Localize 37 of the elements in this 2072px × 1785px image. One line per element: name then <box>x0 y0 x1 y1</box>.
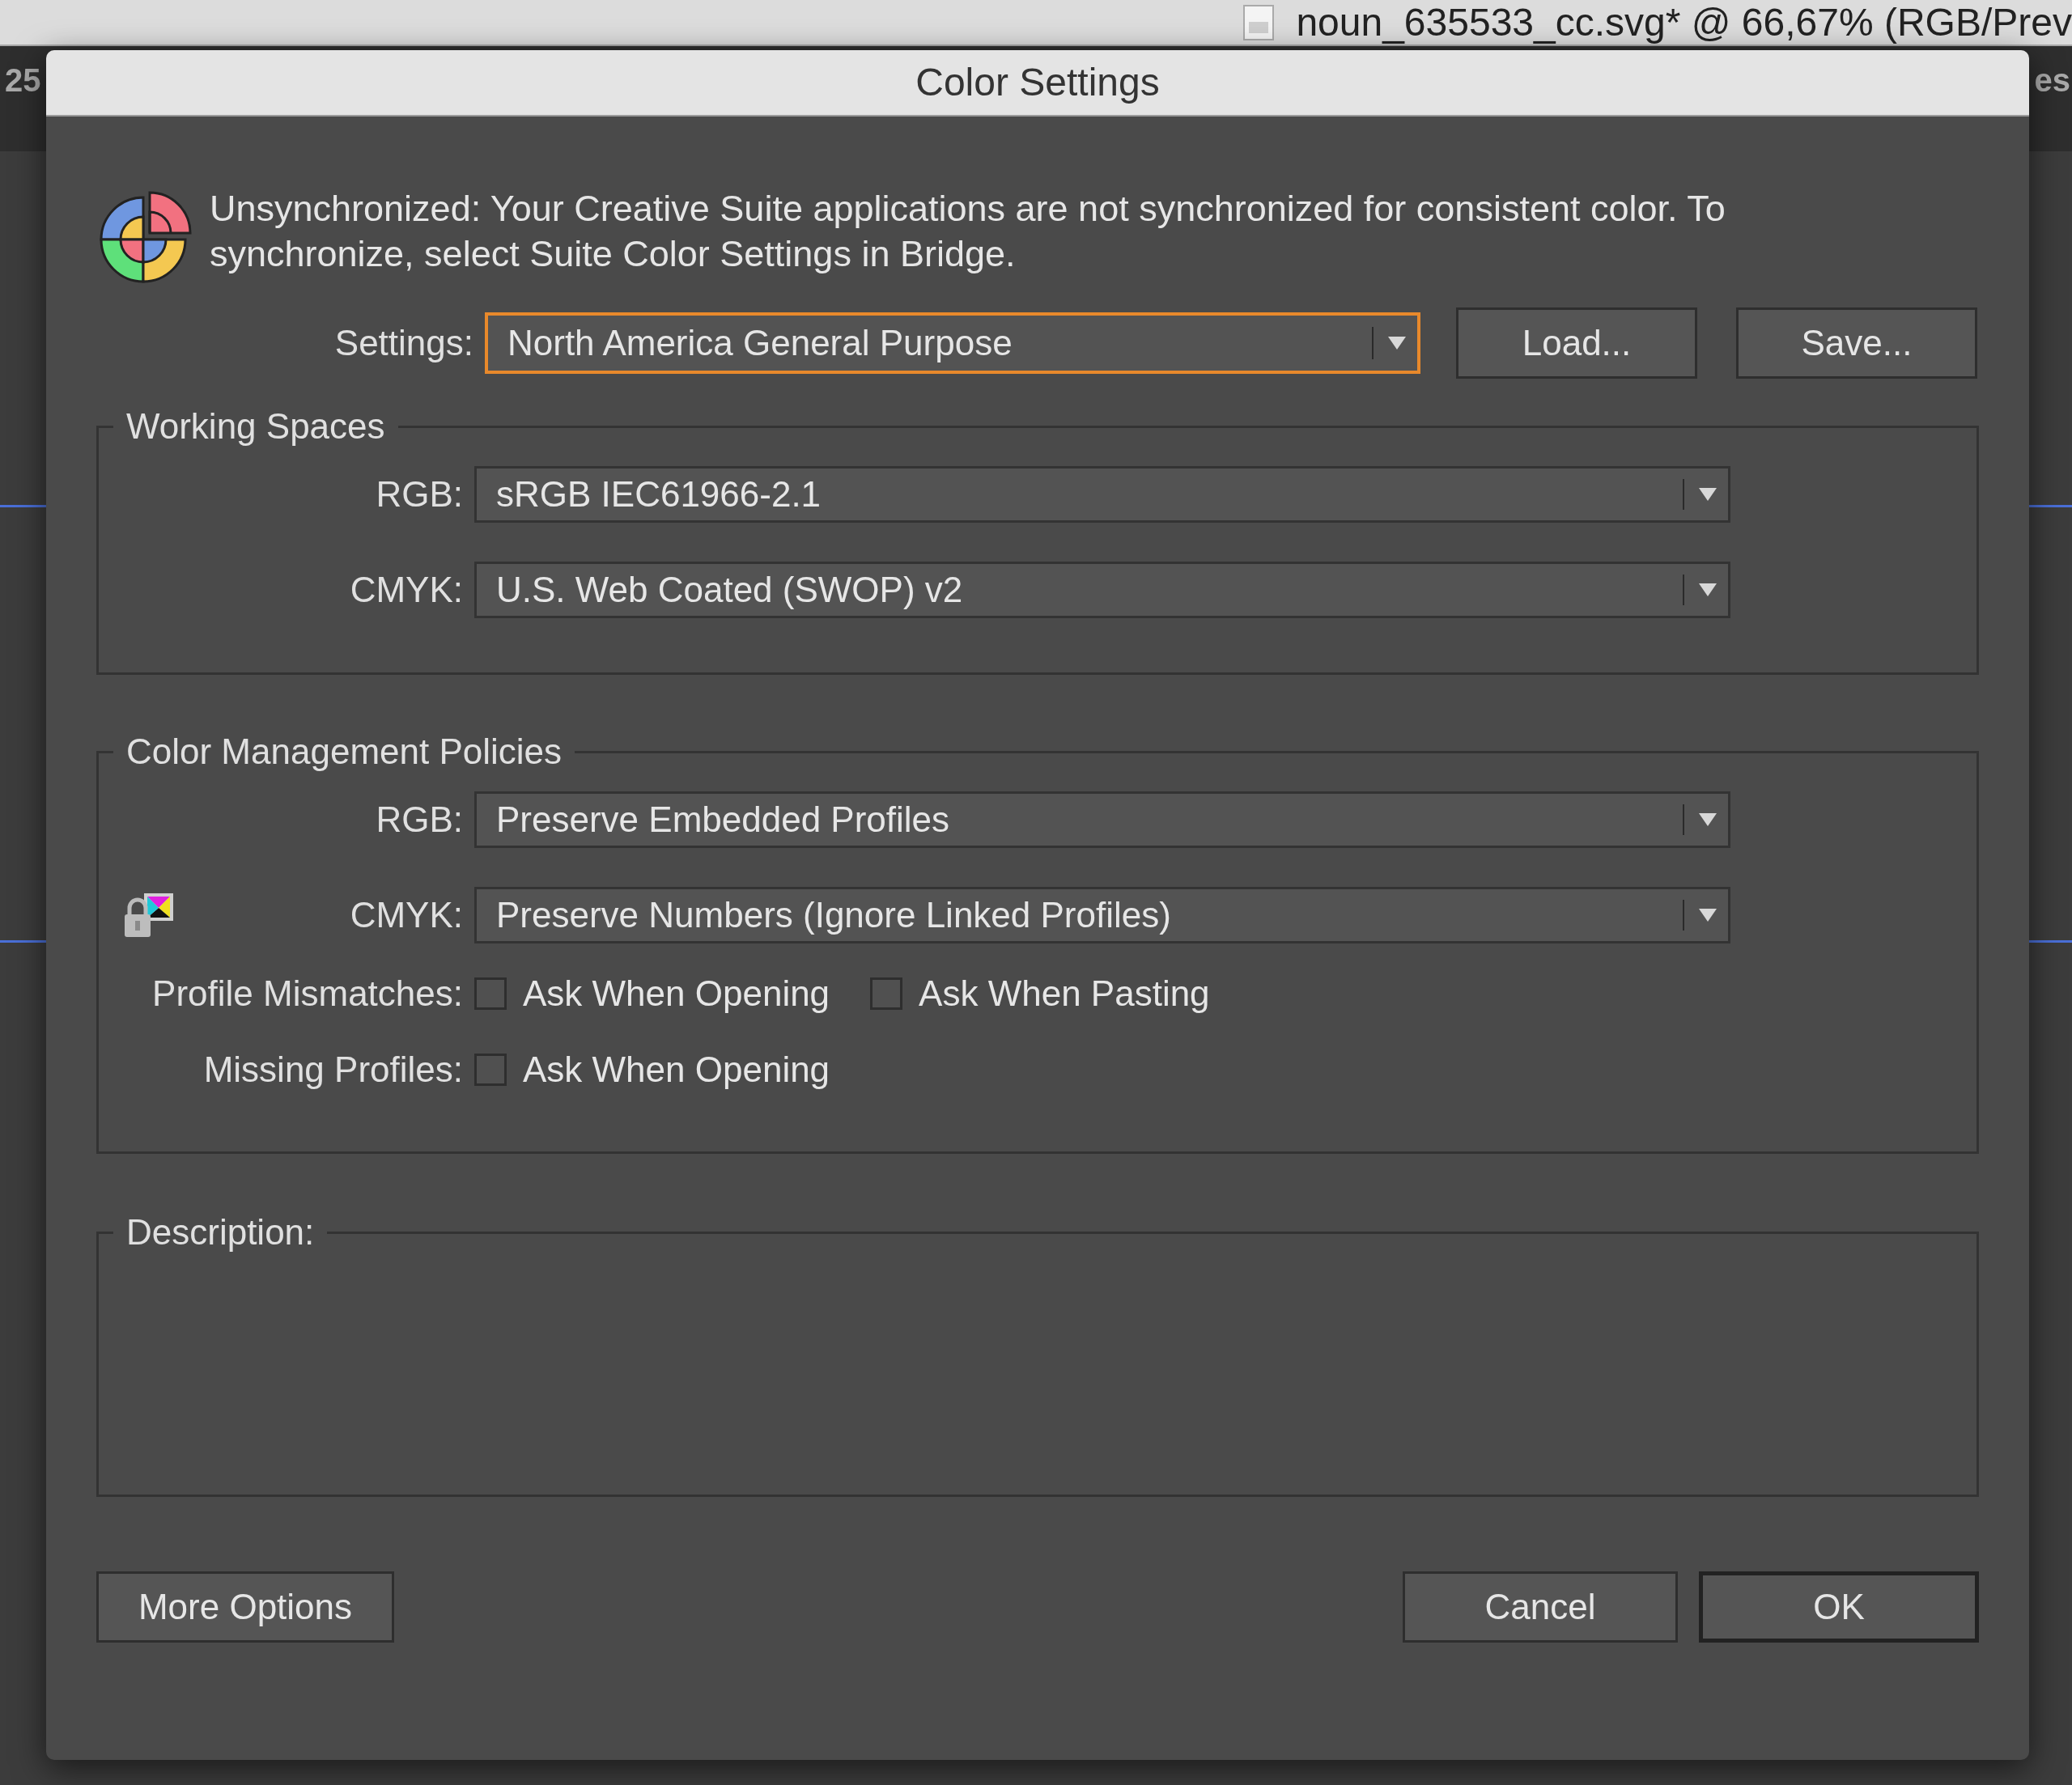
dialog-title: Color Settings <box>915 60 1160 105</box>
document-title: noun_635533_cc.svg* @ 66,67% (RGB/Prev <box>1296 0 2072 45</box>
section-title: Color Management Policies <box>125 731 563 773</box>
button[interactable]: Cancel <box>1403 1571 1678 1643</box>
caret-icon <box>1699 909 1717 922</box>
checkbox-label: Ask When Opening <box>523 973 830 1015</box>
dropdown[interactable]: Preserve Numbers (Ignore Linked Profiles) <box>474 887 1730 943</box>
checkbox-label: Ask When Opening <box>523 1049 830 1091</box>
field-label: CMYK: <box>349 894 464 936</box>
field-label: Missing Profiles: <box>202 1049 464 1091</box>
checkbox-label: Ask When Pasting <box>919 973 1210 1015</box>
button[interactable]: OK <box>1699 1571 1979 1643</box>
section-title: Description: <box>125 1211 316 1253</box>
dropdown[interactable]: Preserve Embedded Profiles <box>474 791 1730 848</box>
field-label: Settings: <box>333 322 474 364</box>
caret-icon <box>1699 813 1717 826</box>
button[interactable]: More Options <box>96 1571 394 1643</box>
field-label: RGB: <box>375 799 464 841</box>
button[interactable]: Save... <box>1736 307 1977 379</box>
dropdown[interactable]: U.S. Web Coated (SWOP) v2 <box>474 562 1730 618</box>
dropdown[interactable]: sRGB IEC61966-2.1 <box>474 466 1730 523</box>
section-title: Working Spaces <box>125 405 386 447</box>
ruler-label: 25 <box>4 61 41 100</box>
checkbox[interactable] <box>870 977 903 1010</box>
button[interactable]: Load... <box>1456 307 1697 379</box>
dropdown[interactable]: North America General Purpose <box>485 312 1420 374</box>
caret-icon <box>1699 583 1717 596</box>
checkbox[interactable] <box>474 1054 507 1086</box>
checkbox[interactable] <box>474 977 507 1010</box>
caret-icon <box>1388 337 1406 350</box>
field-label: CMYK: <box>349 569 464 611</box>
panel-label: es <box>2034 61 2071 100</box>
field-label: Profile Mismatches: <box>151 973 464 1015</box>
field-label: RGB: <box>375 473 464 515</box>
caret-icon <box>1699 488 1717 501</box>
sync-message: Unsynchronized: Your Creative Suite applications are not synchronized for consistent color. To synchronize, select Suite Color Settings in Bridge. <box>210 187 1726 276</box>
lock-color-icon <box>123 892 175 939</box>
